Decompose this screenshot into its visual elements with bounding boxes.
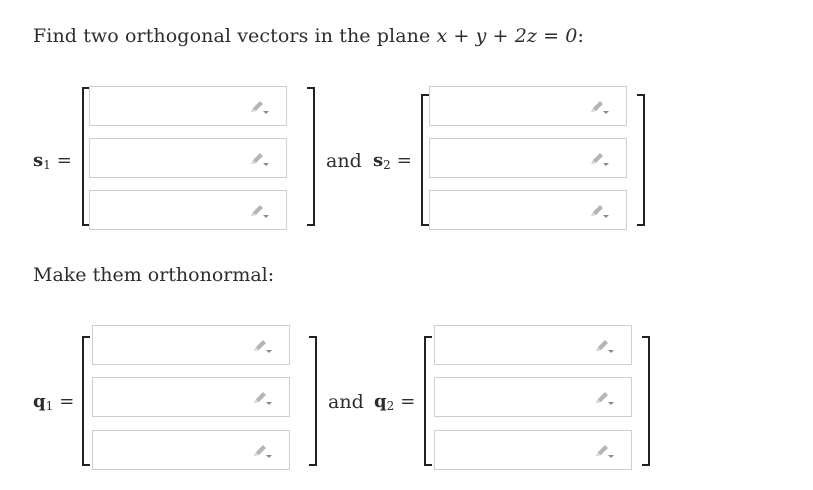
q1-left-bracket <box>82 336 90 466</box>
problem-text: Find two orthogonal vectors in the plane <box>33 25 437 47</box>
q2-input-3[interactable] <box>438 434 602 466</box>
s1-label: s1 = <box>33 150 72 172</box>
q2-entry-1[interactable] <box>434 325 632 365</box>
pencil-dropdown-icon[interactable] <box>588 150 610 168</box>
q2-left-bracket <box>424 336 432 466</box>
pencil-dropdown-icon[interactable] <box>251 442 273 460</box>
and-text-2: and <box>328 391 364 413</box>
pencil-dropdown-icon[interactable] <box>248 150 270 168</box>
q1-entry-1[interactable] <box>92 325 290 365</box>
q1-input-1[interactable] <box>96 329 260 361</box>
q1-entry-3[interactable] <box>92 430 290 470</box>
pencil-dropdown-icon[interactable] <box>248 202 270 220</box>
s2-input-2[interactable] <box>433 142 597 174</box>
s2-input-1[interactable] <box>433 90 597 122</box>
and-text-1: and <box>326 150 362 172</box>
pencil-dropdown-icon[interactable] <box>593 337 615 355</box>
s1-entry-1[interactable] <box>89 86 287 126</box>
s2-label: s2 = <box>373 150 412 172</box>
q2-input-2[interactable] <box>438 381 602 413</box>
q1-right-bracket <box>309 336 317 466</box>
pencil-dropdown-icon[interactable] <box>251 389 273 407</box>
pencil-dropdown-icon[interactable] <box>588 98 610 116</box>
s2-right-bracket <box>637 94 645 226</box>
s2-entry-3[interactable] <box>429 190 627 230</box>
s2-entry-2[interactable] <box>429 138 627 178</box>
plane-equation: x + y + 2z = 0 <box>436 25 578 47</box>
q2-label: q2 = <box>374 391 416 413</box>
s1-entry-3[interactable] <box>89 190 287 230</box>
q2-right-bracket <box>642 336 650 466</box>
s2-input-3[interactable] <box>433 194 597 226</box>
s2-left-bracket <box>421 94 429 226</box>
orthonormal-prompt: Make them orthonormal: <box>33 264 275 286</box>
pencil-dropdown-icon[interactable] <box>588 202 610 220</box>
q1-input-3[interactable] <box>96 434 260 466</box>
problem-statement: Find two orthogonal vectors in the plane… <box>33 25 584 47</box>
s2-entry-1[interactable] <box>429 86 627 126</box>
q1-label: q1 = <box>33 391 75 413</box>
pencil-dropdown-icon[interactable] <box>593 442 615 460</box>
s1-input-2[interactable] <box>93 142 257 174</box>
pencil-dropdown-icon[interactable] <box>251 337 273 355</box>
pencil-dropdown-icon[interactable] <box>248 98 270 116</box>
s1-right-bracket <box>307 87 315 226</box>
s1-entry-2[interactable] <box>89 138 287 178</box>
s1-input-1[interactable] <box>93 90 257 122</box>
q2-entry-2[interactable] <box>434 377 632 417</box>
s1-input-3[interactable] <box>93 194 257 226</box>
problem-colon: : <box>577 25 585 47</box>
q2-entry-3[interactable] <box>434 430 632 470</box>
q1-input-2[interactable] <box>96 381 260 413</box>
pencil-dropdown-icon[interactable] <box>593 389 615 407</box>
q1-entry-2[interactable] <box>92 377 290 417</box>
q2-input-1[interactable] <box>438 329 602 361</box>
